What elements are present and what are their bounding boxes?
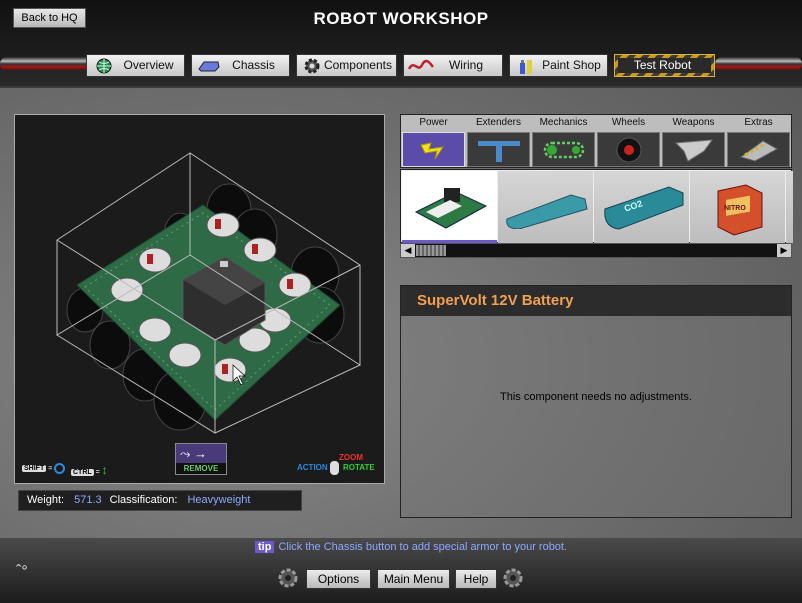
help-button[interactable]: Help: [455, 569, 497, 589]
blade-icon: [674, 138, 713, 162]
tip-badge: tip: [255, 541, 275, 553]
scroll-left-arrow[interactable]: ◀: [401, 244, 415, 257]
item-fuel-canister[interactable]: NITRO: [690, 171, 785, 243]
item-partial: [786, 171, 793, 243]
category-wheels[interactable]: Wheels: [596, 115, 661, 167]
chain-icon: [543, 141, 584, 158]
wheel-icon: [616, 137, 641, 162]
component-message: This component needs no adjustments.: [499, 391, 692, 403]
component-detail-panel: SuperVolt 12V Battery This component nee…: [400, 285, 792, 518]
wire-icon: [408, 57, 434, 75]
robot-stats-bar: Weight: 571.3 Classification: Heavyweight: [18, 490, 302, 511]
component-item-list: CO2 NITRO: [400, 169, 793, 243]
bottom-bar: tip Click the Chassis button to add speci…: [0, 538, 802, 603]
remove-component-button[interactable]: ⤳ → REMOVE: [175, 443, 227, 475]
item-list-scrollbar[interactable]: ◀ ▶: [400, 243, 792, 258]
tip-message: tip Click the Chassis button to add speci…: [255, 541, 567, 553]
top-bar: Back to HQ ROBOT WORKSHOP Overview Chass…: [0, 0, 802, 88]
globe-icon: [91, 57, 117, 75]
gear-icon: [278, 568, 298, 588]
component-title: SuperVolt 12V Battery: [401, 286, 791, 316]
component-categories: Power Extenders Mechanics Wheels Weapons…: [400, 114, 792, 168]
gear-icon: [503, 568, 523, 588]
vertical-arrow-icon: ↕: [101, 463, 108, 477]
item-co2-tank[interactable]: CO2: [594, 171, 689, 243]
robot-model[interactable]: [15, 115, 384, 440]
item-circuit-board[interactable]: [402, 171, 497, 243]
shift-rotate-hint: SHIFT =: [22, 463, 66, 474]
category-extenders[interactable]: Extenders: [466, 115, 531, 167]
ctrl-move-hint: CTRL = ↕: [71, 463, 108, 477]
options-button[interactable]: Options: [306, 569, 371, 589]
tab-components[interactable]: Components: [296, 54, 397, 77]
extender-icon: [477, 140, 520, 162]
lightning-icon: [419, 141, 444, 159]
scroll-right-arrow[interactable]: ▶: [777, 244, 791, 257]
blue-tank-image: [505, 194, 588, 229]
chassis-icon: [196, 57, 222, 75]
circuit-board-image: [414, 187, 487, 229]
paint-icon: [514, 57, 540, 75]
item-blue-tank[interactable]: [498, 171, 593, 243]
category-extras[interactable]: Extras: [726, 115, 791, 167]
weight-value: 571.3: [74, 494, 102, 506]
workshop-tabs: Overview Chassis Components Wiring Paint…: [0, 54, 802, 78]
mouse-icon: [330, 461, 339, 475]
gear-icon: [301, 57, 324, 75]
category-mechanics[interactable]: Mechanics: [531, 115, 596, 167]
game-logo-icon: ˆ°: [16, 563, 28, 580]
tab-overview[interactable]: Overview: [86, 54, 185, 77]
main-menu-button[interactable]: Main Menu: [377, 569, 450, 589]
tab-paint-shop[interactable]: Paint Shop: [509, 54, 608, 77]
rotate-icon: [54, 463, 66, 474]
mouse-controls-legend: ZOOM ACTION ROTATE: [297, 453, 379, 479]
tab-chassis[interactable]: Chassis: [191, 54, 290, 77]
remove-arrow-icon: ⤳ →: [180, 446, 208, 461]
classification-value: Heavyweight: [187, 494, 251, 506]
category-weapons[interactable]: Weapons: [661, 115, 726, 167]
plow-icon: [739, 139, 778, 162]
category-power[interactable]: Power: [401, 115, 466, 167]
robot-3d-viewport[interactable]: SHIFT = CTRL = ↕ ⤳ → REMOVE ZOOM ACTION …: [14, 114, 385, 484]
tab-wiring[interactable]: Wiring: [403, 54, 503, 77]
page-title: ROBOT WORKSHOP: [313, 9, 489, 28]
tab-test-robot[interactable]: Test Robot: [614, 54, 715, 77]
scroll-thumb[interactable]: [416, 245, 446, 256]
